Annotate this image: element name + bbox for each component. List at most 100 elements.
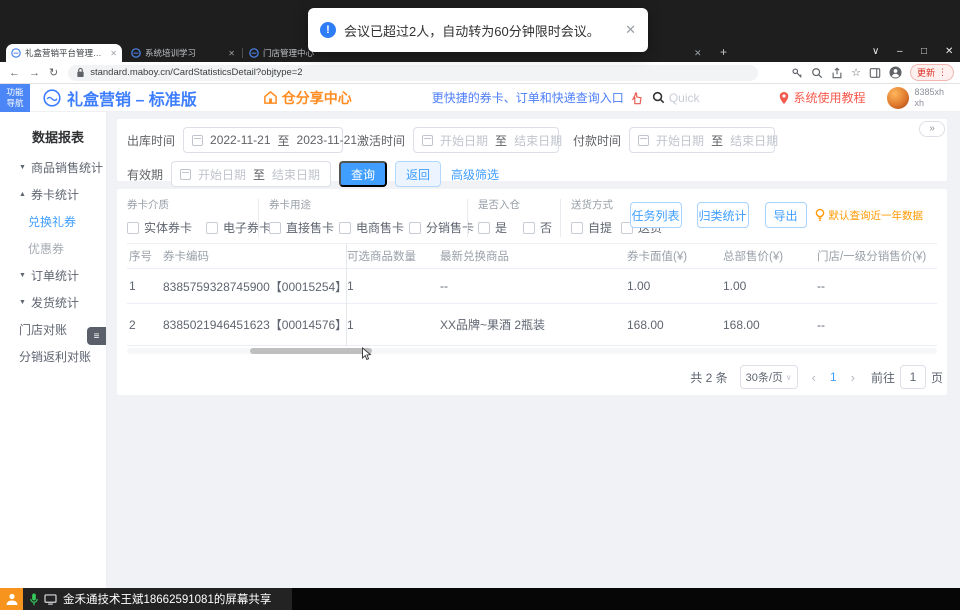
browser-tab-2[interactable]: 系统培训学习 ✕ (126, 44, 240, 62)
checkbox-filter-row: 券卡介质 实体券卡 电子券卡 券卡用途 直接售卡 电商售卡 分销售卡 是否入仓 … (117, 189, 947, 237)
forward-icon[interactable]: → (29, 67, 40, 79)
quick-search-placeholder[interactable]: Quick (669, 91, 700, 105)
activate-date-range[interactable]: 开始日期 至 结束日期 (413, 127, 562, 153)
search-icon[interactable] (652, 91, 665, 104)
tab-close-icon[interactable]: ✕ (110, 49, 117, 58)
classify-stats-button[interactable]: 归类统计 (696, 202, 749, 228)
zoom-icon[interactable] (811, 67, 823, 79)
checkbox-ecommerce-sale[interactable]: 电商售卡 (339, 219, 404, 236)
back-button[interactable]: 返回 (395, 161, 442, 187)
checkbox-yes[interactable]: 是 (478, 219, 507, 236)
sidebar-item-card-stats[interactable]: ▲ 券卡统计 (0, 181, 106, 208)
more-menu-icon[interactable]: ⋮ (938, 67, 947, 78)
new-tab-button[interactable]: + (720, 45, 727, 59)
back-icon[interactable]: ← (9, 67, 20, 79)
validity-date-range[interactable]: 开始日期 至 结束日期 (171, 161, 332, 187)
user-meta[interactable]: 8385xh xh (914, 87, 944, 108)
payment-date-range[interactable]: 开始日期 至 结束日期 (629, 127, 778, 153)
col-selectable-qty: 可选商品数量 (347, 251, 416, 263)
end-date-placeholder: 结束日期 (272, 167, 321, 182)
sidebar-item-order-stats[interactable]: ▼ 订单统计 (0, 262, 106, 289)
checkbox-icon[interactable] (409, 221, 422, 234)
checkbox-icon[interactable] (206, 221, 219, 234)
sidebar-item-discount-coupon[interactable]: 优惠券 (0, 235, 106, 262)
checkbox-label: 自提 (588, 221, 613, 235)
sidebar-item-label: 商品销售统计 (30, 161, 103, 175)
window-close-icon[interactable]: ✕ (945, 46, 953, 57)
tutorial-link[interactable]: 系统使用教程 (778, 89, 865, 106)
filter-card: 出库时间 2022-11-21 至 2023-11-21 激活时间 开始日期 至… (117, 119, 947, 187)
sidebar-item-label: 订单统计 (30, 269, 79, 283)
checkbox-label: 电子券卡 (223, 221, 272, 235)
tab-favicon-icon (131, 48, 141, 58)
cell-hq-price: 1.00 (723, 279, 747, 293)
sidebar-item-label: 门店对账 (19, 323, 68, 337)
window-maximize-icon[interactable]: □ (921, 46, 927, 57)
goto-page-input[interactable] (899, 365, 926, 389)
app-header: 功能 导航 礼盒营销 – 标准版 仓分享中心 更快捷的券卡、订单和快递查询入口 … (0, 83, 960, 112)
task-list-button[interactable]: 任务列表 (629, 202, 682, 228)
tab-favicon-icon (249, 48, 259, 58)
checkbox-direct-sale[interactable]: 直接售卡 (269, 219, 334, 236)
sidebar-item-shipping-stats[interactable]: ▼ 发货统计 (0, 289, 106, 316)
checkbox-icon[interactable] (523, 221, 536, 234)
checkbox-icon[interactable] (269, 221, 281, 234)
calendar-icon (180, 168, 192, 180)
toast-close-icon[interactable]: ✕ (625, 22, 636, 38)
bookmark-star-icon[interactable]: ☆ (851, 66, 861, 79)
chrome-update-button[interactable]: 更新 ⋮ (909, 64, 954, 81)
page-size-value: 30条/页 (745, 372, 783, 384)
page-size-select[interactable]: 30条/页 ∨ (739, 365, 798, 389)
search-button[interactable]: 查询 (339, 161, 388, 187)
checkbox-self-pickup[interactable]: 自提 (571, 219, 612, 236)
export-button[interactable]: 导出 (764, 202, 807, 228)
prev-page-icon[interactable]: ‹ (812, 370, 816, 385)
window-menu-icon[interactable]: ∨ (872, 46, 879, 57)
share-center-link[interactable]: 仓分享中心 (263, 88, 352, 108)
checkbox-icon[interactable] (478, 221, 490, 234)
share-icon[interactable] (831, 67, 843, 79)
reload-icon[interactable]: ↻ (49, 66, 58, 79)
screen-share-bar: 金禾通技术王斌18662591081的屏幕共享 (0, 588, 960, 610)
meeting-toast: ! 会议已超过2人，自动转为60分钟限时会议。 ✕ (308, 8, 648, 52)
checkbox-distribution-sale[interactable]: 分销售卡 (409, 219, 474, 236)
badge-line1: 功能 (6, 86, 24, 97)
col-face-value: 券卡面值(¥) (627, 251, 688, 263)
checkbox-label: 实体券卡 (144, 221, 193, 235)
filter-row-1: 出库时间 2022-11-21 至 2023-11-21 激活时间 开始日期 至… (117, 127, 947, 153)
address-bar[interactable]: standard.maboy.cn/CardStatisticsDetail?o… (68, 64, 759, 81)
checkbox-electronic-card[interactable]: 电子券卡 (206, 219, 271, 236)
checkbox-icon[interactable] (339, 221, 352, 234)
browser-tab-active[interactable]: 礼盒营销平台管理中心 ✕ (6, 44, 122, 62)
cell-selectable-qty: 1 (347, 317, 354, 332)
col-card-code: 券卡编码 (163, 251, 209, 263)
checkbox-icon[interactable] (127, 221, 139, 234)
group-title: 是否入仓 (478, 199, 520, 211)
tab-close-icon[interactable]: ✕ (694, 48, 702, 59)
sidebar: 数据报表 ▼ 商品销售统计 ▲ 券卡统计 兑换礼券 优惠券 ▼ 订单统计 ▼ 发… (0, 112, 107, 588)
next-page-icon[interactable]: › (851, 370, 855, 385)
side-panel-icon[interactable] (869, 67, 881, 79)
mouse-cursor-icon (361, 346, 373, 366)
sidebar-item-rebate-reconciliation[interactable]: 分销返利对账 (0, 343, 106, 370)
user-avatar[interactable] (887, 86, 910, 109)
checkbox-icon[interactable] (571, 221, 583, 234)
scrollbar-thumb[interactable] (250, 348, 372, 354)
chevron-down-icon: ▼ (19, 272, 26, 279)
window-minimize-icon[interactable]: – (897, 46, 903, 57)
quick-entry-link[interactable]: 更快捷的券卡、订单和快递查询入口 (432, 89, 624, 106)
checkbox-physical-card[interactable]: 实体券卡 (127, 219, 192, 236)
advanced-filter-link[interactable]: 高级筛选 (451, 166, 499, 183)
browser-toolbar: ← → ↻ standard.maboy.cn/CardStatisticsDe… (0, 62, 960, 84)
sidebar-item-exchange-coupon[interactable]: 兑换礼券 (0, 208, 106, 235)
panel-collapse-button[interactable]: » (919, 121, 945, 137)
sidebar-collapse-handle[interactable]: ≡ (87, 327, 106, 345)
profile-icon[interactable] (889, 66, 902, 79)
checkbox-no[interactable]: 否 (523, 219, 552, 236)
key-icon[interactable] (791, 67, 803, 79)
sidebar-item-product-sales[interactable]: ▼ 商品销售统计 (0, 154, 106, 181)
tab-close-icon[interactable]: ✕ (228, 49, 235, 58)
outbound-date-range[interactable]: 2022-11-21 至 2023-11-21 (183, 127, 357, 153)
function-nav-badge[interactable]: 功能 导航 (0, 83, 30, 112)
current-page[interactable]: 1 (830, 370, 837, 384)
